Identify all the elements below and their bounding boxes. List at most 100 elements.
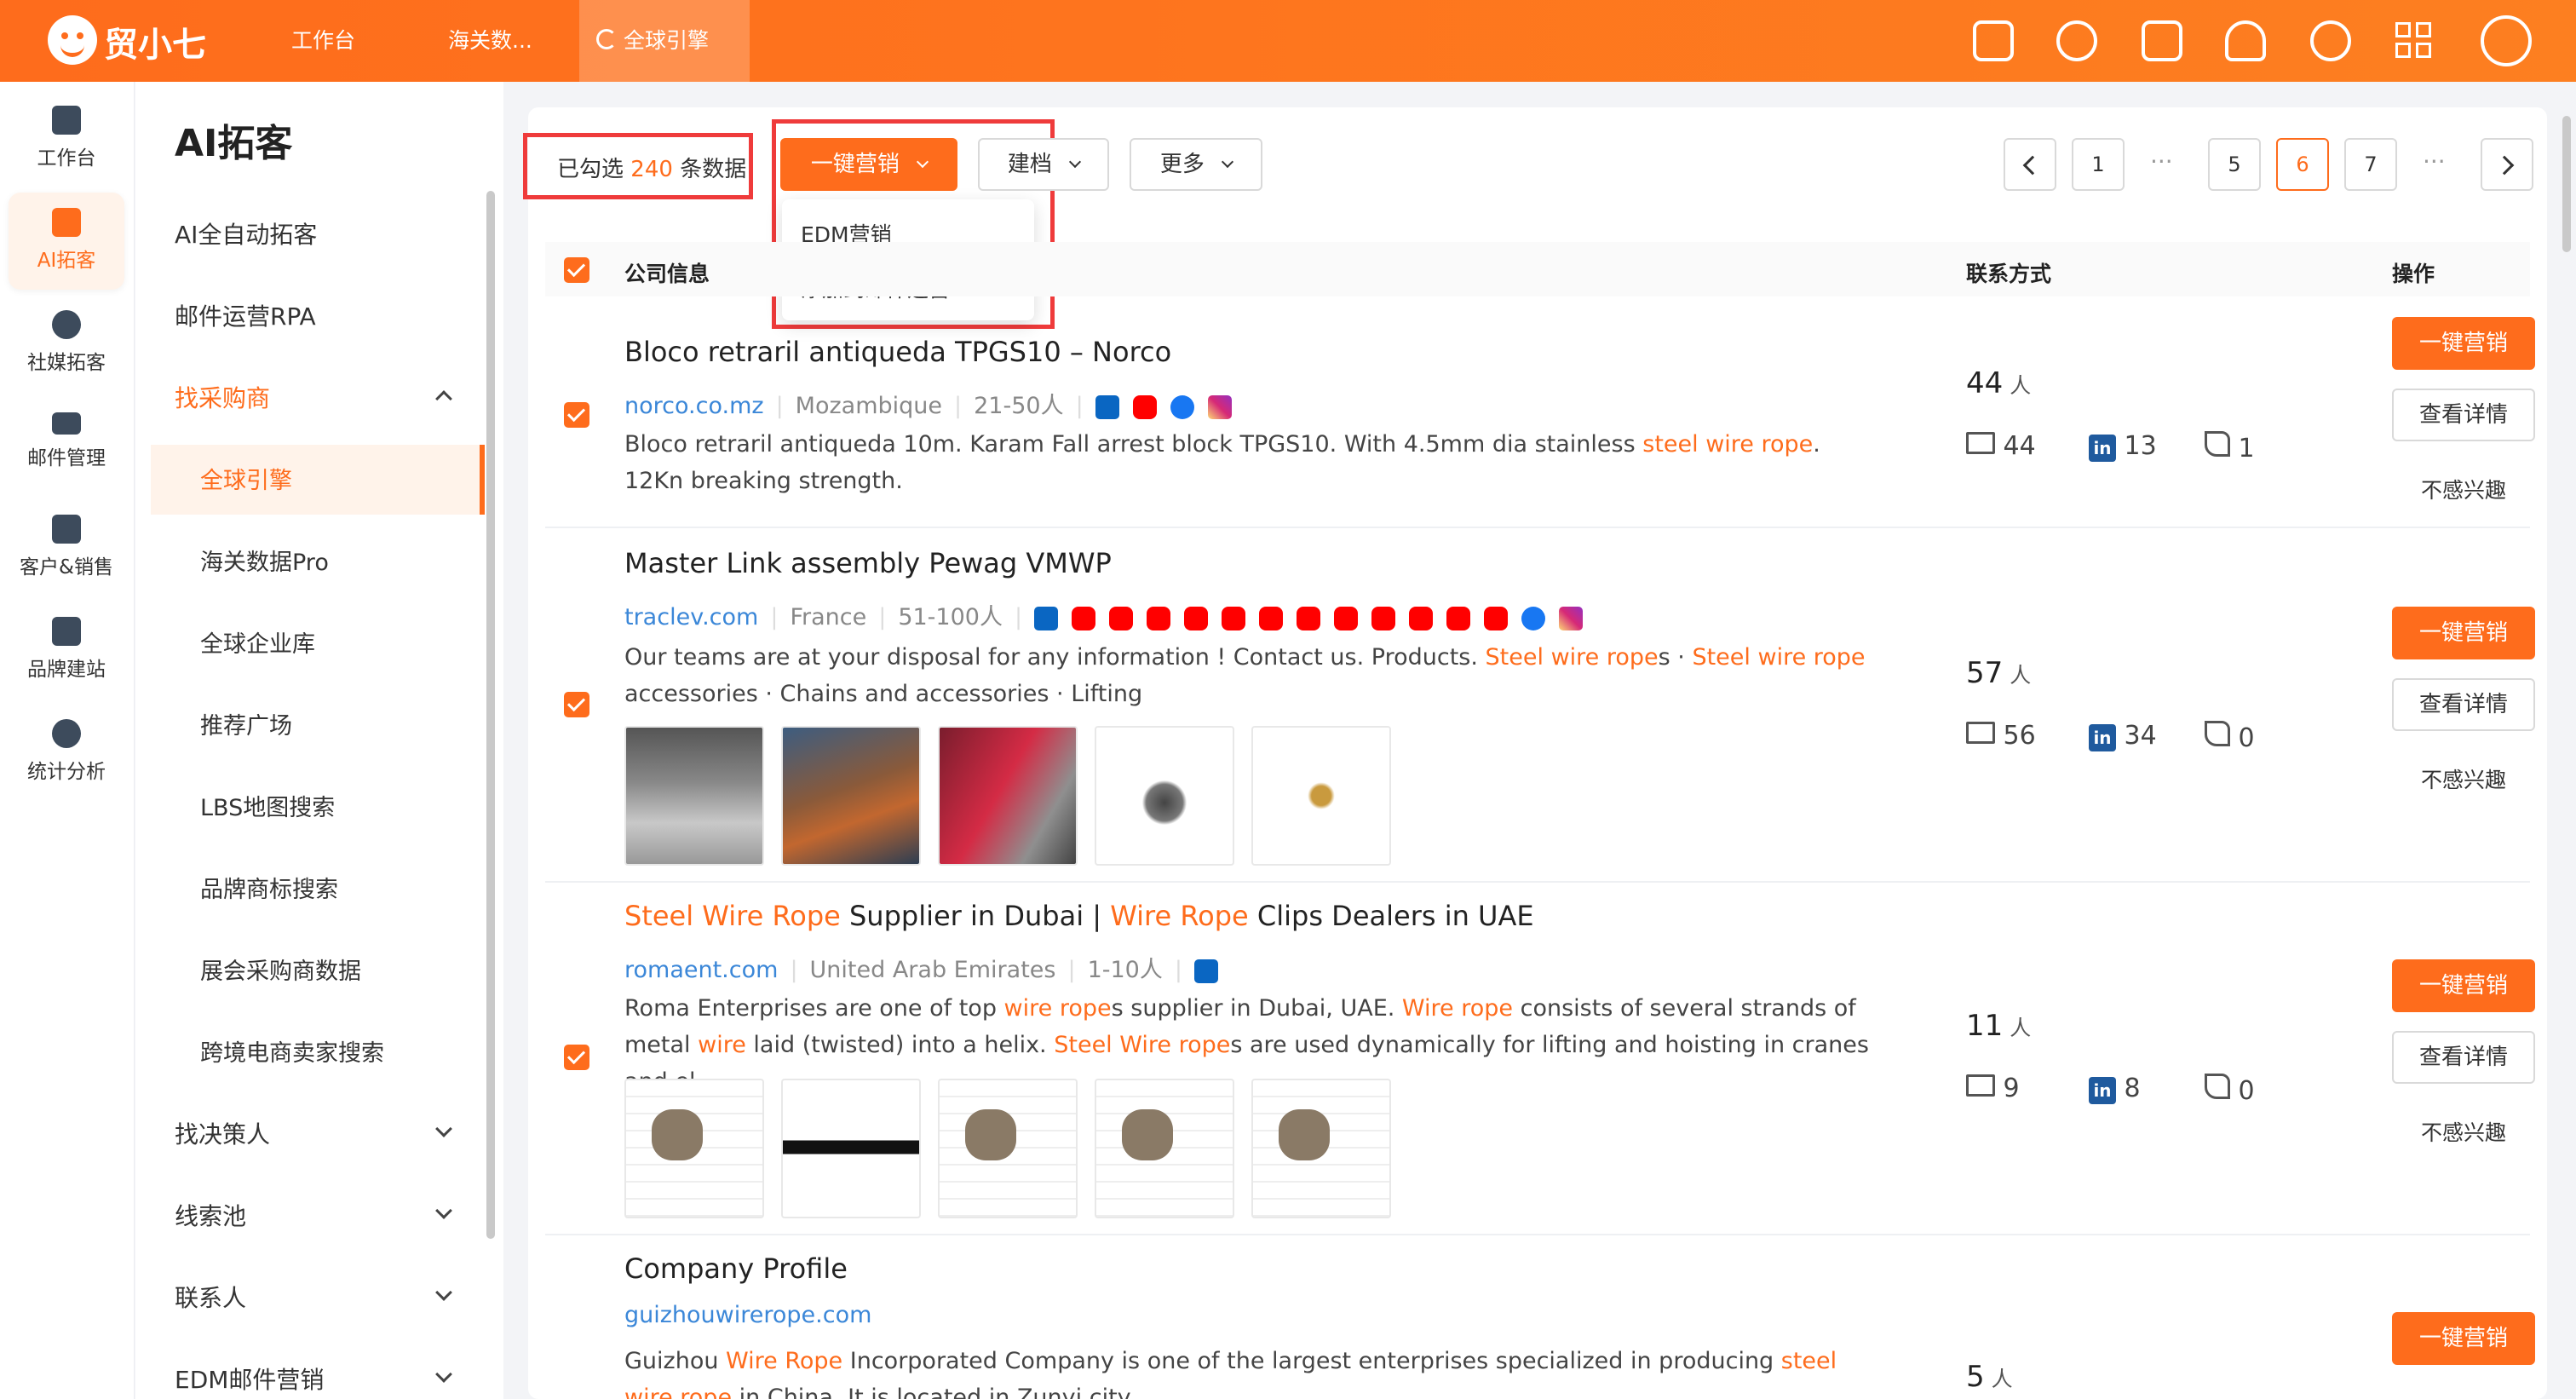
row-checkbox[interactable] xyxy=(564,692,589,717)
email-count[interactable]: 9 xyxy=(1966,1074,2020,1103)
page-6-current[interactable]: 6 xyxy=(2276,138,2329,191)
pagination-ellipsis[interactable]: ··· xyxy=(2150,138,2173,191)
pagination-ellipsis[interactable]: ··· xyxy=(2423,138,2446,191)
youtube-icon[interactable] xyxy=(1484,606,1509,630)
rail-item-mail[interactable]: 邮件管理 xyxy=(9,397,124,494)
refresh-icon[interactable] xyxy=(596,29,617,49)
share-icon[interactable] xyxy=(2142,20,2182,61)
product-image[interactable] xyxy=(624,1079,764,1218)
company-name[interactable]: Master Link assembly Pewag VMWP xyxy=(624,547,1112,579)
youtube-icon[interactable] xyxy=(1371,606,1396,630)
menu-item-recommend[interactable]: 推荐广场 xyxy=(200,707,292,740)
youtube-icon[interactable] xyxy=(1132,394,1157,419)
view-detail-button[interactable]: 查看详情 xyxy=(2392,678,2535,731)
view-detail-button[interactable]: 查看详情 xyxy=(2392,1031,2535,1084)
menu-item-contacts[interactable]: 联系人 xyxy=(175,1280,246,1314)
page-5[interactable]: 5 xyxy=(2208,138,2261,191)
menu-item-trademark[interactable]: 品牌商标搜索 xyxy=(200,871,338,904)
menu-item-email-rpa[interactable]: 邮件运营RPA xyxy=(175,298,316,332)
page-1[interactable]: 1 xyxy=(2072,138,2125,191)
menu-item-find-buyers[interactable]: 找采购商 xyxy=(175,380,270,414)
linkedin-count[interactable]: in 13 xyxy=(2089,431,2157,462)
product-image[interactable] xyxy=(1095,726,1234,866)
row-marketing-button[interactable]: 一键营销 xyxy=(2392,607,2535,659)
rail-item-ai[interactable]: AI拓客 xyxy=(9,193,124,290)
row-marketing-button[interactable]: 一键营销 xyxy=(2392,317,2535,370)
product-image[interactable] xyxy=(1251,726,1391,866)
row-marketing-button[interactable]: 一键营销 xyxy=(2392,1312,2535,1365)
row-checkbox[interactable] xyxy=(564,402,589,428)
rail-item-stats[interactable]: 统计分析 xyxy=(9,704,124,801)
product-image[interactable] xyxy=(938,1079,1078,1218)
archive-button[interactable]: 建档 xyxy=(978,138,1109,191)
not-interested-link[interactable]: 不感兴趣 xyxy=(2392,1116,2535,1147)
company-name[interactable]: Steel Wire Rope Supplier in Dubai | Wire… xyxy=(624,900,1534,932)
menu-item-customs-pro[interactable]: 海关数据Pro xyxy=(200,544,329,577)
menu-item-decision-maker[interactable]: 找决策人 xyxy=(175,1116,270,1150)
email-count[interactable]: 44 xyxy=(1966,431,2036,461)
help-icon[interactable] xyxy=(2310,20,2351,61)
linkedin-count[interactable]: in 34 xyxy=(2089,721,2157,751)
avatar[interactable] xyxy=(2481,15,2532,66)
linkedin-icon[interactable] xyxy=(1193,959,1218,983)
company-domain[interactable]: traclev.com xyxy=(624,604,758,630)
menu-item-lbs-map[interactable]: LBS地图搜索 xyxy=(200,789,335,822)
select-all-checkbox[interactable] xyxy=(564,257,589,283)
apps-grid-icon[interactable] xyxy=(2395,22,2433,60)
instagram-icon[interactable] xyxy=(1207,394,1232,419)
row-checkbox[interactable] xyxy=(564,1045,589,1070)
product-image[interactable] xyxy=(938,726,1078,866)
tab-workbench[interactable]: 工作台 xyxy=(266,0,381,82)
youtube-icon[interactable] xyxy=(1109,606,1134,630)
youtube-icon[interactable] xyxy=(1334,606,1359,630)
product-image[interactable] xyxy=(1095,1079,1234,1218)
page-7[interactable]: 7 xyxy=(2344,138,2397,191)
main-scrollbar[interactable] xyxy=(2562,116,2571,252)
whatsapp-icon[interactable] xyxy=(2056,20,2097,61)
menu-item-company-db[interactable]: 全球企业库 xyxy=(200,625,315,659)
phone-count[interactable]: 0 xyxy=(2205,1074,2255,1106)
bulk-marketing-button[interactable]: 一键营销 xyxy=(780,138,957,191)
menu-item-edm[interactable]: EDM邮件营销 xyxy=(175,1362,324,1396)
youtube-icon[interactable] xyxy=(1147,606,1171,630)
chevron-down-icon[interactable] xyxy=(435,1284,452,1301)
not-interested-link[interactable]: 不感兴趣 xyxy=(2392,474,2535,504)
not-interested-link[interactable]: 不感兴趣 xyxy=(2392,763,2535,794)
product-image[interactable] xyxy=(624,726,764,866)
phone-count[interactable]: 1 xyxy=(2205,431,2255,463)
youtube-icon[interactable] xyxy=(1222,606,1246,630)
rail-item-workbench[interactable]: 工作台 xyxy=(9,90,124,187)
chevron-down-icon[interactable] xyxy=(435,1202,452,1219)
menu-item-exhibition[interactable]: 展会采购商数据 xyxy=(200,953,361,986)
menu-item-ecommerce[interactable]: 跨境电商卖家搜索 xyxy=(200,1034,384,1068)
menu-item-global-engine[interactable]: 全球引擎 xyxy=(200,462,292,495)
rail-item-customers[interactable]: 客户&销售 xyxy=(9,499,124,596)
facebook-icon[interactable] xyxy=(1521,606,1546,630)
chevron-down-icon[interactable] xyxy=(435,1120,452,1137)
more-button[interactable]: 更多 xyxy=(1130,138,1262,191)
document-icon[interactable] xyxy=(1973,20,2014,61)
chevron-up-icon[interactable] xyxy=(435,390,452,407)
product-image[interactable] xyxy=(781,1079,921,1218)
tab-customs[interactable]: 海关数... xyxy=(423,0,558,82)
menu-item-ai-auto[interactable]: AI全自动拓客 xyxy=(175,216,317,250)
youtube-icon[interactable] xyxy=(1072,606,1096,630)
bell-icon[interactable] xyxy=(2225,20,2266,61)
linkedin-count[interactable]: in 8 xyxy=(2089,1074,2141,1104)
youtube-icon[interactable] xyxy=(1446,606,1471,630)
youtube-icon[interactable] xyxy=(1184,606,1209,630)
youtube-icon[interactable] xyxy=(1259,606,1284,630)
menu-item-leads-pool[interactable]: 线索池 xyxy=(175,1198,246,1232)
company-domain[interactable]: guizhouwirerope.com xyxy=(624,1302,871,1328)
company-name[interactable]: Company Profile xyxy=(624,1252,848,1285)
instagram-icon[interactable] xyxy=(1559,606,1584,630)
prev-page-button[interactable] xyxy=(2004,138,2056,191)
youtube-icon[interactable] xyxy=(1297,606,1321,630)
submenu-scrollbar[interactable] xyxy=(486,191,495,1239)
linkedin-icon[interactable] xyxy=(1034,606,1059,630)
facebook-icon[interactable] xyxy=(1170,394,1194,419)
product-image[interactable] xyxy=(1251,1079,1391,1218)
view-detail-button[interactable]: 查看详情 xyxy=(2392,389,2535,441)
next-page-button[interactable] xyxy=(2481,138,2533,191)
rail-item-brand-site[interactable]: 品牌建站 xyxy=(9,602,124,699)
